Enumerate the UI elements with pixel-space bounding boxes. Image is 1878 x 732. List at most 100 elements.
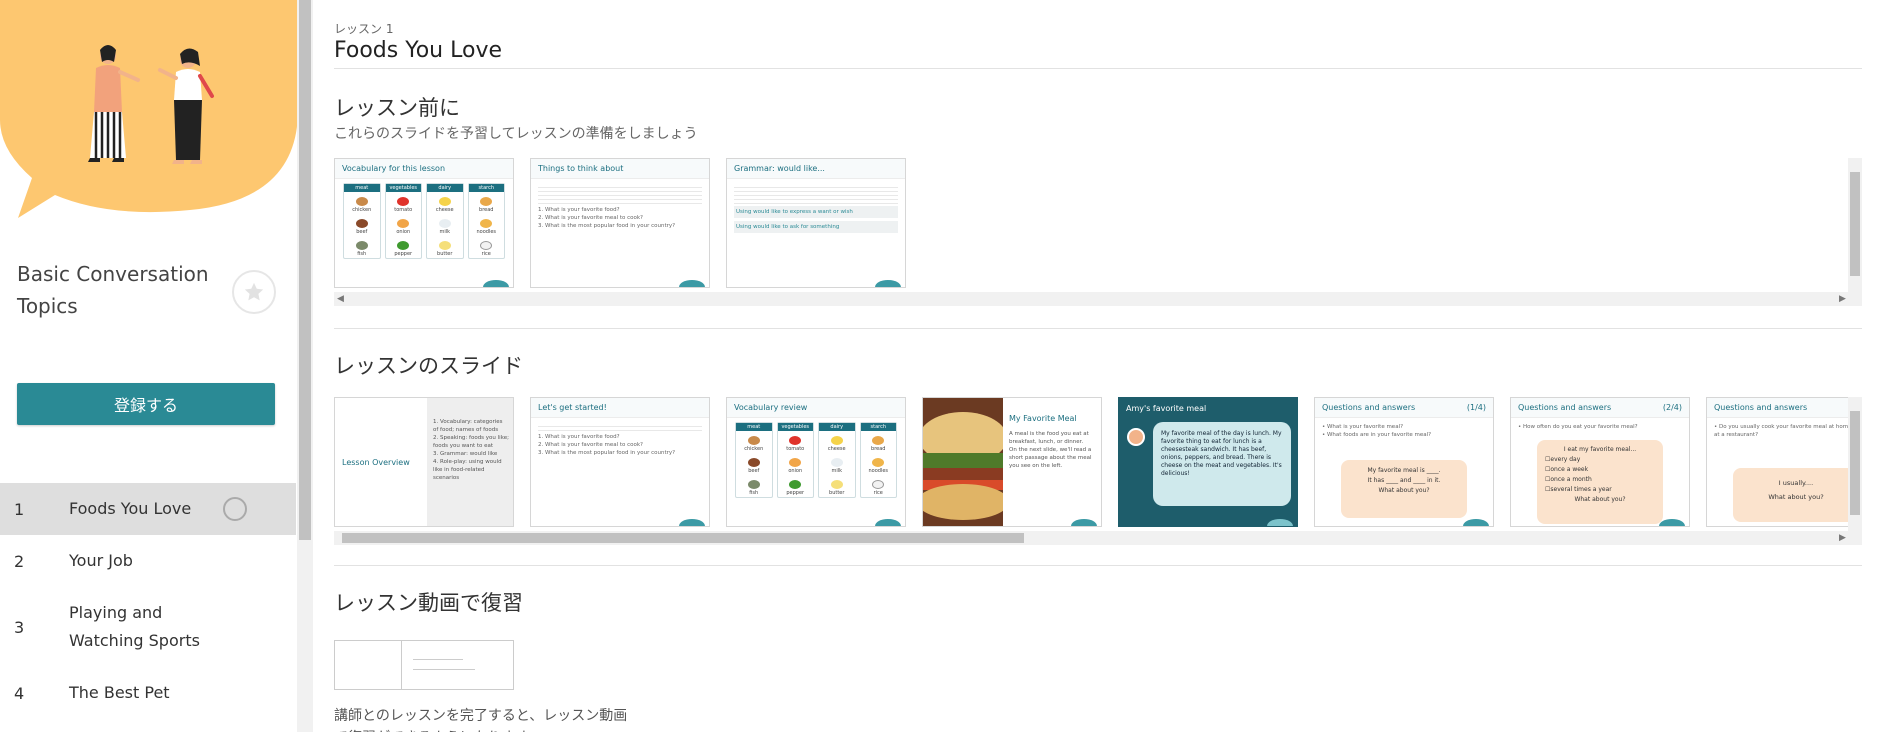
vocab-column: starch bread noodles rice: [467, 183, 505, 259]
slide-thumbnail[interactable]: Vocabulary review meat chicken beef fish…: [726, 397, 906, 527]
vocab-column: dairy cheese milk butter: [426, 183, 464, 259]
chicken-icon: [747, 436, 760, 445]
vocab-column: starch bread noodles rice: [859, 422, 897, 498]
butter-icon: [830, 480, 843, 489]
vocab-grid: meat chicken beef fish vegetables tomato…: [727, 418, 905, 502]
milk-icon: [438, 219, 451, 228]
slide-thumbnail[interactable]: Lesson Overview 1. Vocabulary: categorie…: [334, 397, 514, 527]
lesson-number: 3: [14, 617, 25, 637]
register-button[interactable]: 登録する: [17, 383, 275, 425]
vocab-grid: meat chicken beef fish vegetables tomato…: [335, 179, 513, 263]
rice-icon: [480, 241, 493, 250]
sandwich-photo-image: [923, 398, 1003, 526]
lesson-item-1[interactable]: 1 Foods You Love: [0, 483, 296, 535]
slide-thumbnail[interactable]: Things to think about 1. What is your fa…: [530, 158, 710, 288]
vocab-header: dairy: [819, 423, 855, 431]
scrollbar-thumb[interactable]: [342, 533, 1024, 543]
slide-thumbnail[interactable]: Questions and answers • Do you usually c…: [1706, 397, 1862, 527]
vocab-word: noodles: [868, 468, 889, 474]
vocab-column: meat chicken beef fish: [343, 183, 381, 259]
placeholder-line: [413, 659, 463, 660]
slide-line: 3. Grammar: would like: [433, 451, 498, 457]
slide-intro-lines: [538, 423, 702, 433]
scrollbar-thumb[interactable]: [1850, 172, 1860, 276]
before-lesson-horizontal-scrollbar[interactable]: ◀ ▶: [334, 292, 1862, 306]
beef-icon: [747, 458, 760, 467]
slide-heading-text: Questions and answers: [1322, 403, 1416, 412]
vocab-header: dairy: [427, 184, 463, 192]
vocab-word: milk: [831, 468, 843, 474]
bubble-line: ☐several times a year: [1545, 486, 1612, 493]
vocab-word: tomato: [786, 446, 805, 452]
vocab-item: milk: [427, 214, 463, 236]
slide-line: 4. Role-play: using would like in food-r…: [433, 459, 502, 481]
slide-thumbnail[interactable]: Questions and answers (1/4) • What is you…: [1314, 397, 1494, 527]
vocab-item: cheese: [427, 192, 463, 214]
slide-line: On the next slide, we'll read a short pa…: [1009, 447, 1092, 469]
slide-line: 2. What is your favorite meal to cook?: [538, 215, 643, 221]
lesson-slides-vertical-scrollbar[interactable]: [1848, 397, 1862, 531]
pepper-icon: [397, 241, 410, 250]
before-lesson-vertical-scrollbar[interactable]: [1848, 158, 1862, 292]
bubble-line: What about you?: [1378, 487, 1430, 494]
milk-icon: [830, 458, 843, 467]
scroll-left-icon[interactable]: ◀: [337, 292, 344, 306]
scroll-right-icon[interactable]: ▶: [1839, 531, 1846, 545]
lesson-item-2[interactable]: 2 Your Job: [0, 535, 296, 587]
lesson-slides-horizontal-scrollbar[interactable]: ▶: [334, 531, 1862, 545]
lesson-name: Playing and Watching Sports: [69, 603, 200, 650]
tomato-icon: [397, 197, 410, 206]
rice-icon: [872, 480, 885, 489]
vocab-item: beef: [736, 453, 772, 475]
before-lesson-subtitle: これらのスライドを予習してレッスンの準備をしましょう: [334, 126, 698, 142]
slide-corner-decoration: [1463, 519, 1489, 526]
lesson-item-3[interactable]: 3 Playing and Watching Sports: [0, 587, 296, 667]
slide-thumbnail[interactable]: Let's get started! 1. What is your favor…: [530, 397, 710, 527]
vocab-word: fish: [357, 251, 367, 257]
lesson-item-4[interactable]: 4 The Best Pet: [0, 667, 296, 719]
slide-page-count: (1/4): [1466, 403, 1486, 412]
main-content: レッスン 1 Foods You Love レッスン前に これらのスライドを予習…: [318, 0, 1878, 732]
vocab-item: rice: [861, 475, 897, 497]
slide-thumbnail[interactable]: Vocabulary for this lesson meat chicken …: [334, 158, 514, 288]
page-title: Foods You Love: [334, 38, 503, 63]
slide-line: • What foods are in your favorite meal?: [1322, 432, 1432, 438]
vocab-item: bread: [861, 431, 897, 453]
lesson-slides-list: Lesson Overview 1. Vocabulary: categorie…: [334, 397, 1862, 527]
before-lesson-slides: Vocabulary for this lesson meat chicken …: [334, 158, 906, 288]
vocab-word: chicken: [352, 207, 372, 213]
vocab-word: bread: [871, 446, 886, 452]
slide-thumbnail[interactable]: Grammar: would like... Using would like …: [726, 158, 906, 288]
slide-heading: Questions and answers (1/4): [1315, 398, 1493, 418]
vocab-word: cheese: [435, 207, 454, 213]
slide-corner-decoration: [1071, 519, 1097, 526]
vocab-word: chicken: [744, 446, 764, 452]
slide-heading-text: Questions and answers: [1518, 403, 1612, 412]
slide-text: • What is your favorite meal? • What foo…: [1315, 418, 1493, 444]
chicken-icon: [355, 197, 368, 206]
fish-icon: [355, 241, 368, 250]
slide-line: • How often do you eat your favorite mea…: [1518, 424, 1638, 430]
slide-heading: Amy's favorite meal: [1126, 404, 1207, 413]
vocab-item: onion: [386, 214, 422, 236]
slide-intro-lines: [538, 184, 702, 206]
vocab-word: butter: [829, 490, 845, 496]
bubble-line: What about you?: [1768, 493, 1824, 501]
vocab-item: rice: [469, 236, 505, 258]
sidebar-scrollbar-thumb[interactable]: [299, 0, 311, 540]
slide-thumbnail[interactable]: Amy's favorite meal My favorite meal of …: [1118, 397, 1298, 527]
noodles-icon: [480, 219, 493, 228]
sidebar-scrollbar[interactable]: [297, 0, 313, 732]
vocab-word: butter: [437, 251, 453, 257]
bubble-line: It has ____ and ____ in it.: [1367, 477, 1441, 484]
slide-thumbnail[interactable]: My Favorite Meal A meal is the food you …: [922, 397, 1102, 527]
slide-thumbnail[interactable]: Questions and answers (2/4) • How often d…: [1510, 397, 1690, 527]
slide-text: 1. What is your favorite food? 2. What i…: [531, 418, 709, 462]
favorite-button[interactable]: [232, 270, 276, 314]
slide-corner-decoration: [483, 280, 509, 287]
app: Basic Conversation Topics 登録する 1 Foods Y…: [0, 0, 1878, 732]
scroll-right-icon[interactable]: ▶: [1839, 292, 1846, 306]
vocab-item: fish: [344, 236, 380, 258]
scrollbar-thumb[interactable]: [1850, 411, 1860, 515]
slide-corner-decoration: [1659, 519, 1685, 526]
